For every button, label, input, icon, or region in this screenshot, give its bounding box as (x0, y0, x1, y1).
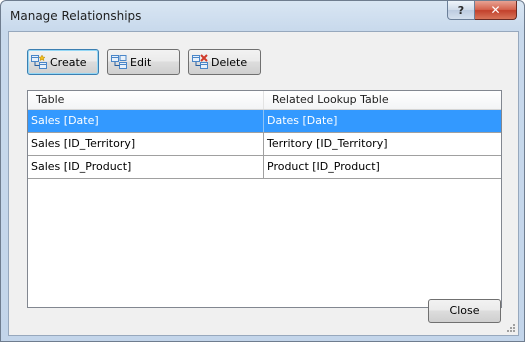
dialog-body: Create Edit Delete Table Related Lookup … (8, 31, 519, 336)
create-relationship-icon (31, 54, 47, 70)
column-header-table[interactable]: Table (28, 91, 264, 109)
resize-grip-icon[interactable] (506, 323, 516, 333)
column-header-related-lookup-table[interactable]: Related Lookup Table (264, 91, 501, 109)
cell-related-lookup-table: Dates [Date] (267, 114, 338, 127)
edit-button-label: Edit (130, 55, 152, 69)
delete-relationship-icon (192, 54, 208, 70)
delete-button-label: Delete (211, 55, 248, 69)
grid-header: Table Related Lookup Table (28, 91, 501, 110)
cell-table: Sales [Date] (28, 110, 264, 132)
help-button[interactable]: ? (447, 1, 475, 20)
cell-related-lookup-table: Product [ID_Product] (267, 160, 380, 173)
table-row[interactable]: Sales [ID_Product] Product [ID_Product] (28, 156, 501, 179)
dialog-title: Manage Relationships (10, 9, 142, 23)
table-row[interactable]: Sales [ID_Territory] Territory [ID_Terri… (28, 133, 501, 156)
close-icon: ✕ (490, 3, 501, 17)
caption-buttons: ? ✕ (447, 1, 517, 21)
window-close-button[interactable]: ✕ (475, 1, 517, 20)
create-button-label: Create (50, 55, 87, 69)
help-icon: ? (457, 3, 465, 17)
close-button[interactable]: Close (428, 299, 501, 323)
cell-table: Sales [ID_Product] (28, 156, 264, 178)
cell-table: Sales [ID_Territory] (28, 133, 264, 155)
edit-button[interactable]: Edit (107, 49, 180, 75)
relationships-grid[interactable]: Table Related Lookup Table Sales [Date] … (27, 90, 502, 308)
create-button[interactable]: Create (27, 49, 99, 75)
delete-button[interactable]: Delete (188, 49, 261, 75)
manage-relationships-dialog: Manage Relationships ? ✕ Create Edit Del… (0, 0, 525, 342)
edit-relationship-icon (111, 54, 127, 70)
table-row[interactable]: Sales [Date] Dates [Date] (28, 110, 501, 133)
cell-related-lookup-table: Territory [ID_Territory] (267, 137, 388, 150)
title-bar[interactable]: Manage Relationships ? ✕ (1, 1, 524, 31)
